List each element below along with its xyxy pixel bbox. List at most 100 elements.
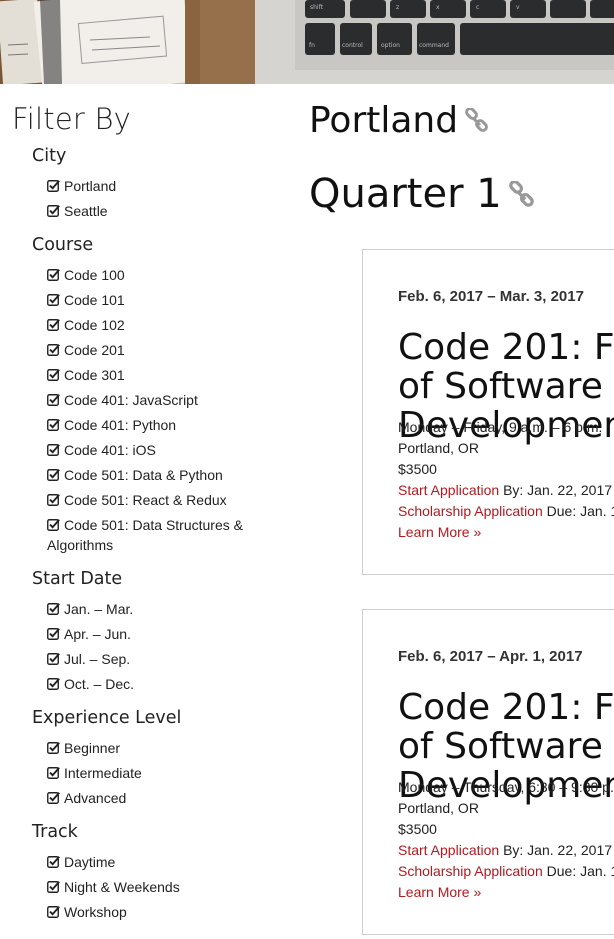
svg-text:shift: shift: [310, 4, 324, 11]
filter-option-label: Code 101: [64, 292, 125, 308]
filter-option-label: Intermediate: [64, 765, 142, 781]
filter-option[interactable]: Jan. – Mar.: [47, 599, 277, 619]
filter-option[interactable]: Seattle: [47, 201, 277, 221]
svg-text:command: command: [419, 42, 449, 49]
scholarship-deadline: Due: Jan. 1: [546, 503, 614, 519]
course-card: Feb. 6, 2017 – Mar. 3, 2017 Code 201: Fo…: [362, 249, 614, 575]
filter-option[interactable]: Code 301: [47, 365, 277, 385]
filter-option[interactable]: Workshop: [47, 902, 277, 922]
checkbox-checked-icon[interactable]: [47, 741, 60, 754]
course-card: Feb. 6, 2017 – Apr. 1, 2017 Code 201: Fo…: [362, 609, 614, 935]
checkbox-checked-icon[interactable]: [47, 791, 60, 804]
filter-option[interactable]: Code 401: iOS: [47, 440, 277, 460]
filter-option[interactable]: Night & Weekends: [47, 877, 277, 897]
start-application-link[interactable]: Start Application: [398, 842, 499, 858]
filter-option[interactable]: Code 501: Data & Python: [47, 465, 277, 485]
svg-text:fn: fn: [309, 42, 315, 49]
svg-text:c: c: [476, 4, 479, 11]
course-location: Portland, OR: [398, 440, 479, 456]
checkbox-checked-icon[interactable]: [47, 627, 60, 640]
scholarship-application-link[interactable]: Scholarship Application: [398, 503, 543, 519]
scholarship-deadline: Due: Jan. 1: [546, 863, 614, 879]
filter-option-label: Beginner: [64, 740, 121, 756]
checkbox-checked-icon[interactable]: [47, 602, 60, 615]
filter-option-label: Jan. – Mar.: [64, 601, 134, 617]
learn-more-link[interactable]: Learn More »: [398, 524, 481, 540]
filter-option-label: Seattle: [64, 203, 108, 219]
filter-option-label: Daytime: [64, 854, 116, 870]
filter-option[interactable]: Code 102: [47, 315, 277, 335]
quarter-heading: Quarter 1: [309, 171, 536, 219]
svg-text:option: option: [381, 42, 400, 49]
svg-text:control: control: [342, 42, 363, 49]
checkbox-checked-icon[interactable]: [47, 393, 60, 406]
apply-deadline: By: Jan. 22, 2017: [503, 482, 613, 498]
checkbox-checked-icon[interactable]: [47, 518, 60, 531]
filter-option[interactable]: Code 501: Data Structures & Algorithms: [47, 515, 277, 555]
filter-option[interactable]: Portland: [47, 176, 277, 196]
svg-text:v: v: [516, 4, 520, 11]
learn-more-link[interactable]: Learn More »: [398, 884, 481, 900]
filter-title: Filter By: [12, 102, 131, 136]
filter-option-label: Jul. – Sep.: [64, 651, 131, 667]
checkbox-checked-icon[interactable]: [47, 652, 60, 665]
checkbox-checked-icon[interactable]: [47, 343, 60, 356]
checkbox-checked-icon[interactable]: [47, 293, 60, 306]
checkbox-checked-icon[interactable]: [47, 880, 60, 893]
checkbox-checked-icon[interactable]: [47, 443, 60, 456]
filter-option-label: Code 501: Data Structures & Algorithms: [47, 517, 243, 553]
checkbox-checked-icon[interactable]: [47, 268, 60, 281]
filter-option-label: Code 301: [64, 367, 125, 383]
filter-option[interactable]: Jul. – Sep.: [47, 649, 277, 669]
checkbox-checked-icon[interactable]: [47, 905, 60, 918]
filter-option-label: Code 401: JavaScript: [64, 392, 198, 408]
quarter-heading-text: Quarter 1: [309, 171, 502, 217]
filter-option[interactable]: Beginner: [47, 738, 277, 758]
hero-illustration: shift z x c v fn control option command: [0, 0, 614, 84]
filter-group-heading: Experience Level: [32, 708, 182, 728]
learn-more-row: Learn More »: [398, 524, 481, 540]
course-price: $3500: [398, 821, 437, 837]
checkbox-checked-icon[interactable]: [47, 766, 60, 779]
filter-option-label: Code 401: iOS: [64, 442, 156, 458]
checkbox-checked-icon[interactable]: [47, 318, 60, 331]
filter-option[interactable]: Code 101: [47, 290, 277, 310]
filter-option[interactable]: Intermediate: [47, 763, 277, 783]
scholarship-application-link[interactable]: Scholarship Application: [398, 863, 543, 879]
checkbox-checked-icon[interactable]: [47, 468, 60, 481]
svg-text:x: x: [436, 4, 440, 11]
course-dates: Feb. 6, 2017 – Mar. 3, 2017: [398, 288, 584, 305]
learn-more-row: Learn More »: [398, 884, 481, 900]
filter-option[interactable]: Code 201: [47, 340, 277, 360]
apply-deadline: By: Jan. 22, 2017: [503, 842, 613, 858]
filter-group-heading: City: [32, 146, 67, 166]
filter-option[interactable]: Advanced: [47, 788, 277, 808]
filter-option[interactable]: Code 501: React & Redux: [47, 490, 277, 510]
filter-option[interactable]: Code 100: [47, 265, 277, 285]
link-icon[interactable]: [508, 173, 536, 219]
checkbox-checked-icon[interactable]: [47, 855, 60, 868]
filter-option[interactable]: Apr. – Jun.: [47, 624, 277, 644]
filter-option[interactable]: Code 401: Python: [47, 415, 277, 435]
checkbox-checked-icon[interactable]: [47, 418, 60, 431]
filter-option-label: Portland: [64, 178, 117, 194]
filter-option-label: Workshop: [64, 904, 127, 920]
filter-option[interactable]: Daytime: [47, 852, 277, 872]
course-schedule: Monday – Friday, 9 a.m. – 6 p.m.: [398, 419, 603, 435]
start-application-link[interactable]: Start Application: [398, 482, 499, 498]
checkbox-checked-icon[interactable]: [47, 179, 60, 192]
course-price: $3500: [398, 461, 437, 477]
filter-option-label: Code 100: [64, 267, 125, 283]
checkbox-checked-icon[interactable]: [47, 204, 60, 217]
checkbox-checked-icon[interactable]: [47, 368, 60, 381]
filter-option[interactable]: Oct. – Dec.: [47, 674, 277, 694]
checkbox-checked-icon[interactable]: [47, 493, 60, 506]
city-heading: Portland: [309, 100, 490, 143]
apply-row: Start Application By: Jan. 22, 2017: [398, 842, 612, 858]
filter-option[interactable]: Code 401: JavaScript: [47, 390, 277, 410]
checkbox-checked-icon[interactable]: [47, 677, 60, 690]
link-icon[interactable]: [464, 102, 490, 143]
filter-option-label: Code 401: Python: [64, 417, 177, 433]
filter-option-label: Code 102: [64, 317, 125, 333]
scholarship-row: Scholarship Application Due: Jan. 1: [398, 863, 614, 879]
